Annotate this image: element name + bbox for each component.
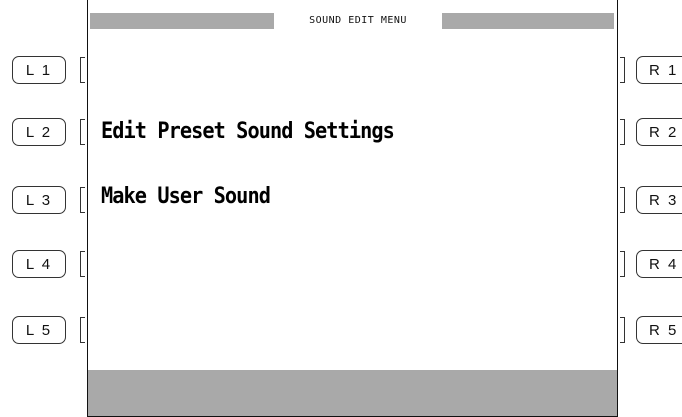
menu-item-edit-preset-sound-settings[interactable]: Edit Preset Sound Settings	[101, 119, 395, 144]
r3-button[interactable]: R 3	[636, 186, 682, 214]
l4-button[interactable]: L 4	[12, 250, 66, 278]
screen-title: SOUND EDIT MENU	[274, 13, 442, 29]
r2-bracket	[620, 119, 625, 145]
l5-button[interactable]: L 5	[12, 316, 66, 344]
l5-bracket	[80, 317, 85, 343]
r1-bracket	[620, 57, 625, 83]
lcd-screen: SOUND EDIT MENU Edit Preset Sound Settin…	[87, 0, 618, 417]
menu-item-make-user-sound[interactable]: Make User Sound	[101, 184, 271, 209]
l2-button[interactable]: L 2	[12, 118, 66, 146]
title-bar: SOUND EDIT MENU	[90, 13, 614, 29]
l3-button[interactable]: L 3	[12, 186, 66, 214]
r1-button[interactable]: R 1	[636, 56, 682, 84]
l3-bracket	[80, 187, 85, 213]
r5-bracket	[620, 317, 625, 343]
r5-button[interactable]: R 5	[636, 316, 682, 344]
footer-bar	[88, 370, 617, 416]
l2-bracket	[80, 119, 85, 145]
r2-button[interactable]: R 2	[636, 118, 682, 146]
l4-bracket	[80, 251, 85, 277]
r3-bracket	[620, 187, 625, 213]
r4-button[interactable]: R 4	[636, 250, 682, 278]
l1-bracket	[80, 57, 85, 83]
r4-bracket	[620, 251, 625, 277]
l1-button[interactable]: L 1	[12, 56, 66, 84]
